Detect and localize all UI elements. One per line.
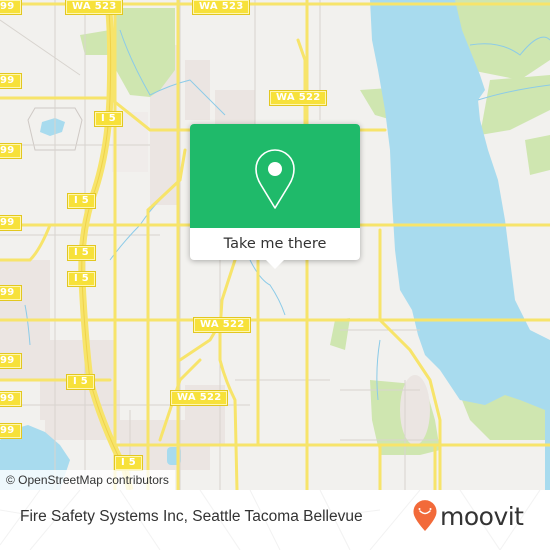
route-shield-wa522: WA 522 (192, 317, 252, 333)
route-shield-i5: I 5 (66, 271, 97, 287)
route-shield-99: 99 (0, 143, 22, 159)
route-shield-i5: I 5 (65, 374, 96, 390)
route-shield-99: 99 (0, 215, 22, 231)
route-shield-i5: I 5 (113, 455, 144, 471)
moovit-wordmark: moovit (440, 501, 524, 531)
popup-pointer (266, 260, 284, 269)
route-shield-wa522: WA 522 (169, 390, 229, 406)
moovit-logo[interactable]: moovit (412, 500, 524, 532)
route-shield-99: 99 (0, 423, 22, 439)
route-shield-99: 99 (0, 0, 22, 15)
popup-header (190, 124, 360, 228)
route-shield-99: 99 (0, 73, 22, 89)
take-me-there-button[interactable]: Take me there (190, 228, 360, 260)
route-shield-99: 99 (0, 391, 22, 407)
footer: Fire Safety Systems Inc, Seattle Tacoma … (0, 490, 550, 550)
route-shield-i5: I 5 (66, 245, 97, 261)
route-shield-i5: I 5 (93, 111, 124, 127)
route-shield-99: 99 (0, 353, 22, 369)
route-shield-wa522: WA 522 (268, 90, 328, 106)
map-pin-icon (255, 149, 295, 209)
map[interactable]: WA 523 WA 523 WA 522 WA 522 WA 522 I 5 I… (0, 0, 550, 490)
route-shield-i5: I 5 (66, 193, 97, 209)
bitter-lake (40, 118, 65, 136)
map-attribution[interactable]: © OpenStreetMap contributors (0, 470, 175, 490)
route-shield-wa523: WA 523 (191, 0, 251, 15)
route-shield-99: 99 (0, 285, 22, 301)
route-shield-wa523: WA 523 (64, 0, 124, 15)
location-popup: Take me there (190, 124, 360, 269)
place-name: Fire Safety Systems Inc, Seattle Tacoma … (20, 508, 363, 525)
moovit-pin-logo-icon (413, 500, 437, 531)
